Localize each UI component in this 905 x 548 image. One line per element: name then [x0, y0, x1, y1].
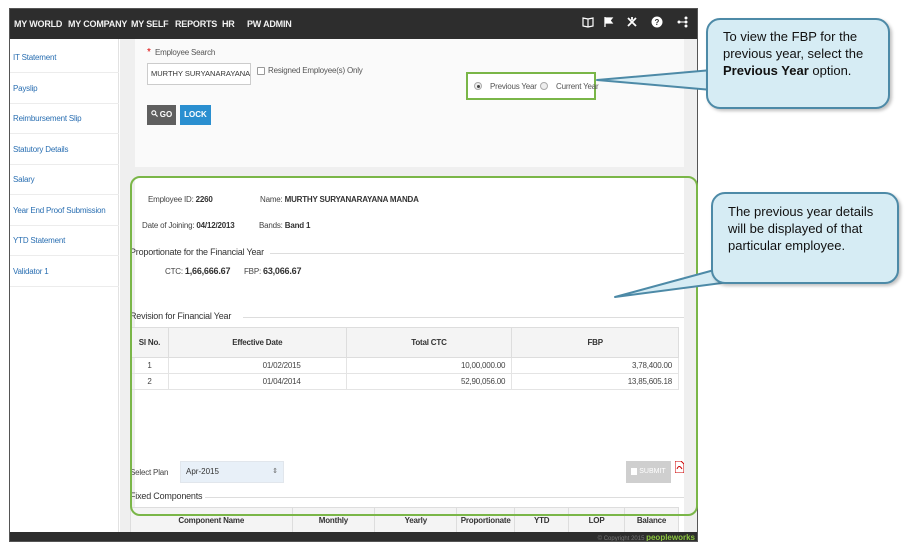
callout-text: To view the FBP for the previous year, s…: [723, 29, 864, 61]
callout-bold-text: Previous Year: [723, 63, 809, 78]
nav-my-company[interactable]: MY COMPANY: [68, 9, 127, 39]
flag-icon[interactable]: [600, 15, 618, 33]
search-icon: [151, 105, 158, 125]
nav-pw-admin[interactable]: PW ADMIN: [247, 9, 292, 39]
go-button[interactable]: GO: [147, 105, 176, 125]
copyright-text: © Copyright 2015: [597, 536, 645, 542]
employee-search-label: Employee Search: [155, 48, 216, 57]
go-button-label: GO: [159, 110, 173, 120]
sidebar-item-statutory-details[interactable]: Statutory Details: [10, 135, 119, 165]
sidebar: IT Statement Payslip Reimbursement Slip …: [10, 39, 119, 532]
current-year-label: Current Year: [556, 82, 599, 91]
previous-year-callout: To view the FBP for the previous year, s…: [706, 18, 890, 109]
nav-hr[interactable]: HR: [222, 9, 235, 39]
previous-year-radio[interactable]: [474, 82, 482, 90]
nav-my-world[interactable]: MY WORLD: [14, 9, 62, 39]
lock-button[interactable]: LOCK: [180, 105, 211, 125]
nav-reports[interactable]: REPORTS: [175, 9, 217, 39]
footer: © Copyright 2015 peopleworks: [10, 532, 697, 542]
details-callout: The previous year details will be displa…: [711, 192, 899, 284]
previous-year-label: Previous Year: [490, 82, 537, 91]
employee-search-panel: * Employee Search MURTHY SURYANARAYANA M…: [135, 39, 684, 167]
sidebar-item-payslip[interactable]: Payslip: [10, 74, 119, 104]
brand-logo: peopleworks: [646, 533, 695, 542]
details-highlight-outline: [130, 176, 698, 516]
employee-search-input[interactable]: MURTHY SURYANARAYANA MAN: [147, 63, 251, 85]
sidebar-item-salary[interactable]: Salary: [10, 165, 119, 195]
sidebar-item-reimbursement-slip[interactable]: Reimbursement Slip: [10, 104, 119, 134]
tools-icon[interactable]: [623, 15, 641, 33]
year-selector: Previous Year Current Year: [466, 72, 599, 100]
required-mark: *: [147, 47, 151, 58]
resigned-label: Resigned Employee(s) Only: [268, 66, 363, 75]
svg-text:?: ?: [655, 18, 660, 27]
top-navigation: MY WORLD MY COMPANY MY SELF REPORTS HR P…: [10, 9, 697, 39]
current-year-radio[interactable]: [540, 82, 548, 90]
help-icon[interactable]: ?: [648, 15, 666, 33]
sidebar-item-validator[interactable]: Validator 1: [10, 257, 119, 287]
callout-text: The previous year details will be displa…: [728, 204, 874, 253]
share-icon[interactable]: [673, 15, 691, 33]
sidebar-item-ytd-statement[interactable]: YTD Statement: [10, 226, 119, 256]
nav-my-self[interactable]: MY SELF: [131, 9, 169, 39]
sidebar-item-it-statement[interactable]: IT Statement: [10, 43, 119, 73]
sidebar-item-year-end-proof[interactable]: Year End Proof Submission: [10, 196, 119, 226]
callout-text: option.: [808, 63, 852, 78]
book-icon[interactable]: [579, 15, 597, 33]
resigned-checkbox[interactable]: [257, 67, 265, 75]
